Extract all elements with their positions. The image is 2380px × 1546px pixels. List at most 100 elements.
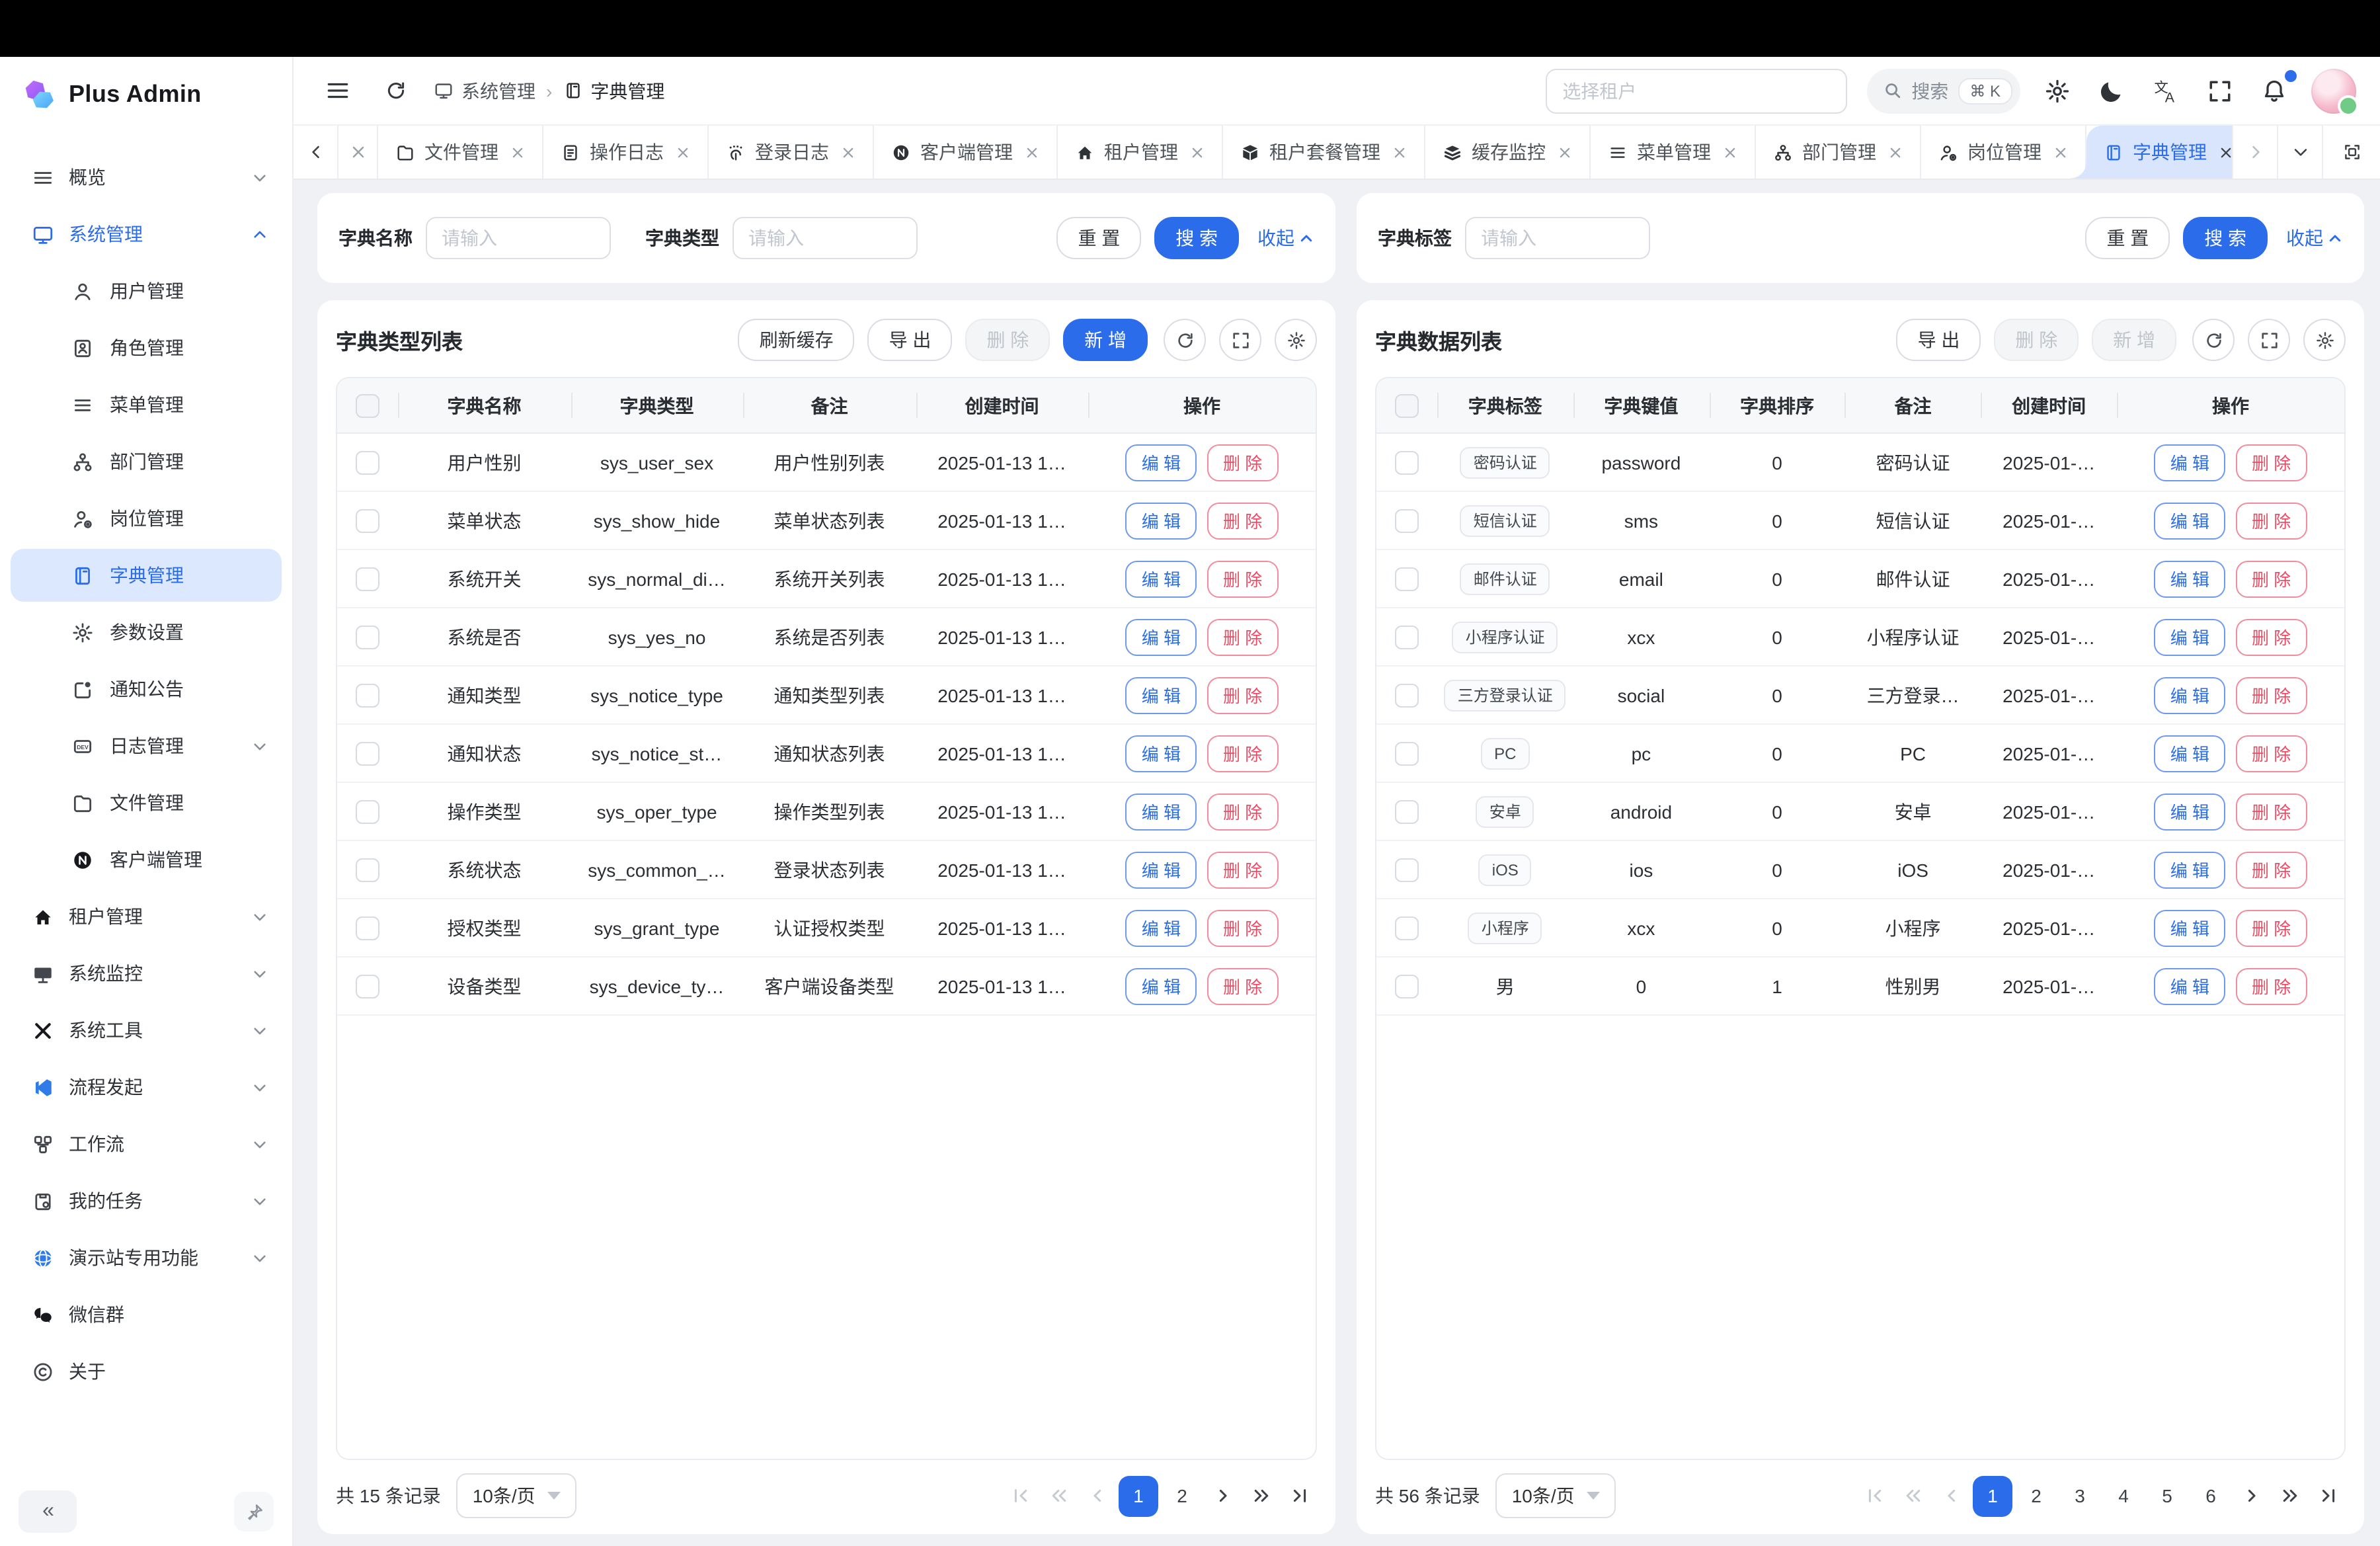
tab-5[interactable]: 租户套餐管理 [1223,126,1425,179]
edit-button[interactable]: 编 辑 [1126,618,1197,655]
tab-close-icon[interactable] [2053,145,2068,159]
dark-mode-button[interactable] [2094,73,2129,108]
edit-button[interactable]: 编 辑 [1126,793,1197,830]
tabs-scroll-left-button[interactable] [294,126,338,179]
sidebar-collapse-button[interactable]: « [19,1490,77,1533]
delete-button[interactable]: 删 除 [1207,618,1278,655]
tab-7[interactable]: 菜单管理 [1591,126,1756,179]
pagination-page-4[interactable]: 4 [2104,1475,2143,1516]
sidebar-item-2[interactable]: 用户管理 [11,264,282,317]
edit-button[interactable]: 编 辑 [2155,444,2225,481]
logo[interactable]: Plus Admin [0,57,292,131]
pin-sidebar-button[interactable] [234,1492,274,1531]
page-size-select[interactable]: 10条/页 [1496,1473,1616,1518]
row-checkbox[interactable] [356,974,379,998]
sidebar-item-9[interactable]: 通知公告 [11,663,282,715]
pagination-page-6[interactable]: 6 [2191,1475,2231,1516]
edit-button[interactable]: 编 辑 [2155,502,2225,539]
fullscreen-button[interactable] [2203,73,2237,108]
pagination-page-2[interactable]: 2 [2016,1475,2056,1516]
global-search-button[interactable]: 搜索 ⌘ K [1866,68,2020,113]
pagination-page-2[interactable]: 2 [1162,1475,1202,1516]
pagination-page-5[interactable]: 5 [2147,1475,2187,1516]
sidebar-item-14[interactable]: 系统监控 [11,947,282,1000]
table-refresh-button[interactable] [1164,319,1206,361]
sidebar-item-20[interactable]: 微信群 [11,1288,282,1341]
tab-close-icon[interactable] [841,145,855,159]
toolbar-button[interactable]: 新 增 [1063,319,1148,361]
pagination-prev-button[interactable] [1080,1476,1115,1516]
pagination-page-1[interactable]: 1 [1119,1475,1158,1516]
delete-button[interactable]: 删 除 [2236,793,2307,830]
sidebar-item-11[interactable]: 文件管理 [11,776,282,829]
edit-button[interactable]: 编 辑 [1126,909,1197,946]
delete-button[interactable]: 删 除 [2236,909,2307,946]
delete-button[interactable]: 删 除 [1207,676,1278,713]
table-settings-button[interactable] [2303,319,2346,361]
edit-button[interactable]: 编 辑 [2155,851,2225,888]
pagination-next-button[interactable] [2235,1476,2269,1516]
tab-close-icon[interactable] [1888,145,1903,159]
delete-button[interactable]: 删 除 [2236,560,2307,597]
tab-close-icon[interactable] [1723,145,1737,159]
sidebar-item-15[interactable]: 系统工具 [11,1004,282,1057]
search-button[interactable]: 搜 索 [1154,217,1239,259]
pagination-last-button[interactable] [1283,1476,1317,1516]
edit-button[interactable]: 编 辑 [2155,560,2225,597]
edit-button[interactable]: 编 辑 [1126,967,1197,1004]
pagination-page-3[interactable]: 3 [2060,1475,2100,1516]
pagination-prev-button[interactable] [1934,1476,1969,1516]
delete-button[interactable]: 删 除 [1207,502,1278,539]
delete-button[interactable]: 删 除 [2236,735,2307,772]
toolbar-button[interactable]: 导 出 [868,319,953,361]
content-fullscreen-button[interactable] [2322,126,2380,179]
edit-button[interactable]: 编 辑 [1126,851,1197,888]
tab-2[interactable]: 登录日志 [709,126,874,179]
page-refresh-button[interactable] [376,71,415,110]
sidebar-item-7[interactable]: 字典管理 [11,549,282,602]
pagination-first-button[interactable] [1004,1476,1038,1516]
row-checkbox[interactable] [356,450,379,474]
edit-button[interactable]: 编 辑 [1126,502,1197,539]
select-all-checkbox[interactable] [1395,393,1419,417]
sidebar-toggle-button[interactable] [317,71,357,110]
pagination-first-button[interactable] [1858,1476,1892,1516]
row-checkbox[interactable] [1395,741,1419,765]
toolbar-button[interactable]: 删 除 [1994,319,2079,361]
filter-input[interactable]: 请输入 [1465,217,1650,259]
tab-close-icon[interactable] [1025,145,1039,159]
tab-close-icon[interactable] [1392,145,1407,159]
row-checkbox[interactable] [1395,509,1419,532]
select-all-checkbox[interactable] [356,393,379,417]
delete-button[interactable]: 删 除 [2236,851,2307,888]
table-fullscreen-button[interactable] [1219,319,1261,361]
row-checkbox[interactable] [1395,858,1419,881]
settings-button[interactable] [2040,73,2075,108]
pagination-prev-group-button[interactable] [1042,1476,1076,1516]
edit-button[interactable]: 编 辑 [2155,735,2225,772]
reset-button[interactable]: 重 置 [2085,217,2170,259]
sidebar-item-4[interactable]: 菜单管理 [11,378,282,431]
pagination-next-button[interactable] [1206,1476,1240,1516]
delete-button[interactable]: 删 除 [1207,793,1278,830]
sidebar-item-16[interactable]: 流程发起 [11,1061,282,1114]
sidebar-item-18[interactable]: 我的任务 [11,1174,282,1227]
pagination-page-1[interactable]: 1 [1973,1475,2012,1516]
delete-button[interactable]: 删 除 [2236,502,2307,539]
search-button[interactable]: 搜 索 [2183,217,2268,259]
toolbar-button[interactable]: 删 除 [965,319,1050,361]
row-checkbox[interactable] [1395,683,1419,707]
row-checkbox[interactable] [356,683,379,707]
language-button[interactable]: 文A [2149,73,2183,108]
table-settings-button[interactable] [1275,319,1317,361]
tab-close-icon[interactable] [510,145,525,159]
edit-button[interactable]: 编 辑 [2155,967,2225,1004]
tab-close-partial-button[interactable] [338,126,378,179]
notifications-button[interactable] [2257,73,2291,108]
tab-9[interactable]: 岗位管理 [1921,126,2086,179]
collapse-filter-link[interactable]: 收起 [2286,225,2343,251]
toolbar-button[interactable]: 导 出 [1897,319,1981,361]
sidebar-item-12[interactable]: 客户端管理 [11,833,282,886]
tab-close-icon[interactable] [1558,145,1572,159]
sidebar-item-3[interactable]: 角色管理 [11,321,282,374]
